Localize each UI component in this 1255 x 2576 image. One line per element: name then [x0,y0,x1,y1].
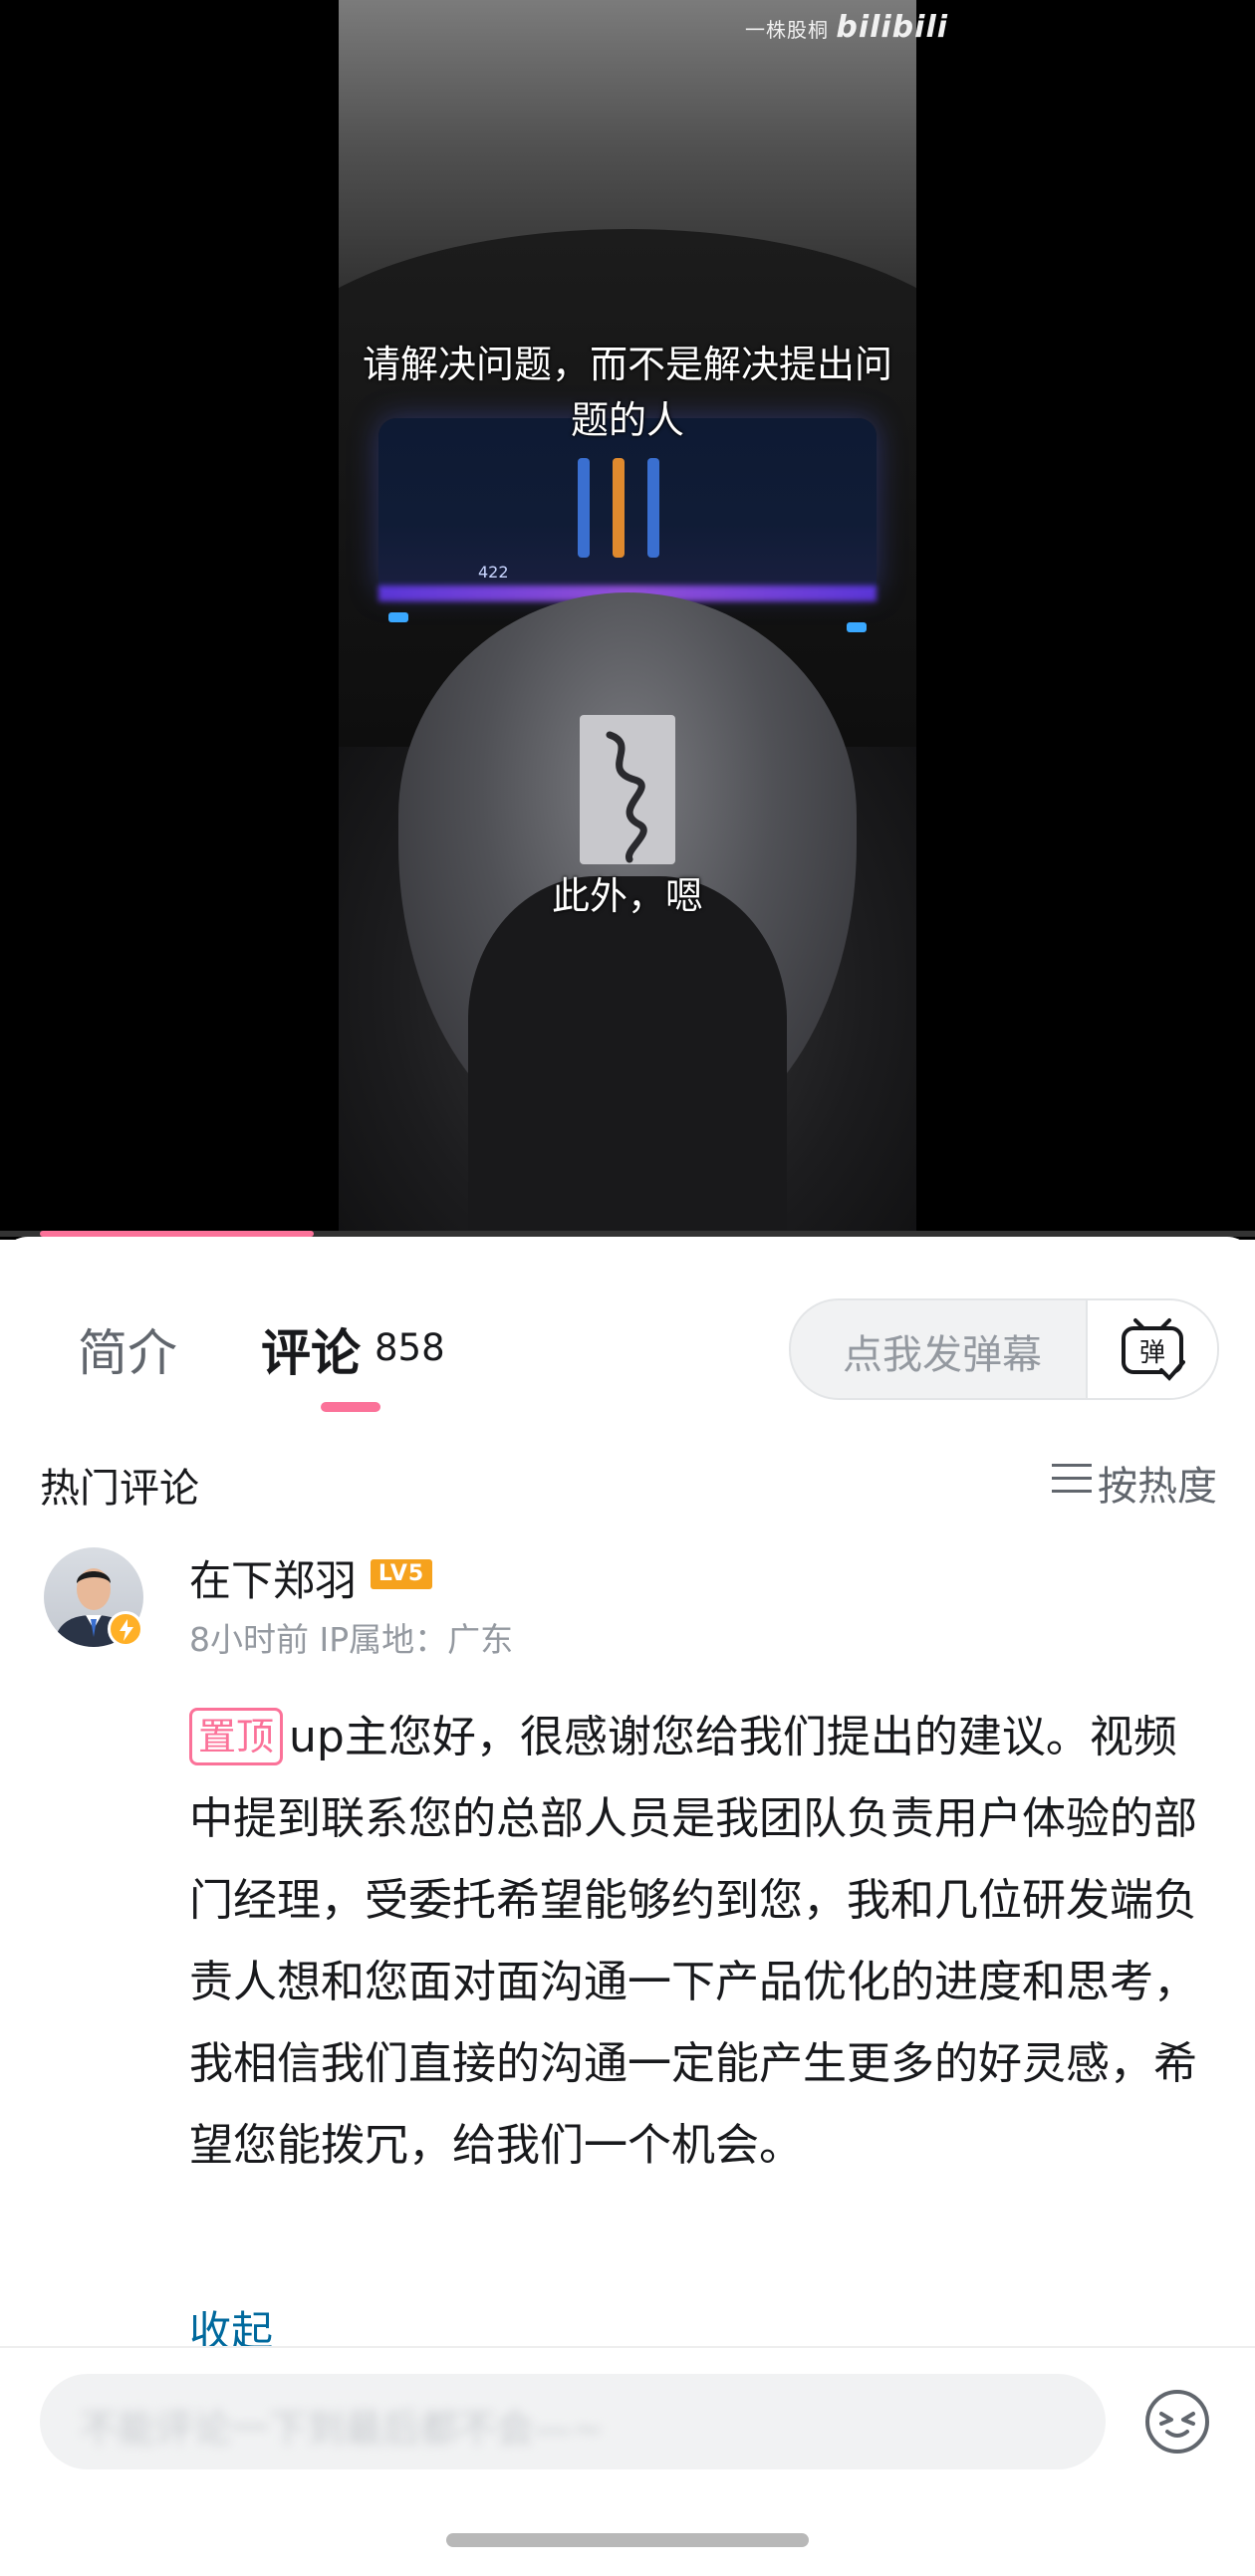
video-frame[interactable]: 422 [339,0,916,1235]
video-wheel-button-glow [847,622,867,632]
menu-lines-icon[interactable] [1052,1464,1092,1494]
reply-bar: 不能评论一下到最后都不会—~ [0,2346,1255,2576]
pinned-tag: 置顶 [189,1708,284,1765]
lightning-badge-icon [108,1611,143,1647]
tab-comments[interactable]: 评论 [261,1313,361,1385]
video-dash-speed: 422 [478,563,509,582]
video-wheel-logo [580,715,675,864]
video-lane-center [613,458,625,558]
video-wheel-center [468,876,787,1235]
video-lane-right [647,458,659,558]
reply-placeholder[interactable]: 不能评论一下到最后都不会—~ [80,2398,604,2453]
emoji-icon[interactable] [1143,2388,1211,2456]
tab-active-indicator [321,1402,380,1412]
danmaku-toggle-icon[interactable]: 弹 [1120,1314,1185,1384]
comment-body[interactable]: 置顶 up主您好，很感谢您给我们提出的建议。视频中提到联系您的总部人员是我团队负责… [189,1697,1215,2187]
watermark-brand: bilibili [836,10,949,45]
hot-comments-title: 热门评论 [40,1466,199,1512]
danmaku-toggle-glyph: 弹 [1139,1338,1165,1368]
video-subtitle-bottom: 此外，嗯 [551,874,703,918]
tab-intro[interactable]: 简介 [78,1313,177,1385]
user-level-badge: LV5 [371,1559,432,1589]
video-lane-left [578,458,590,558]
danmaku-placeholder[interactable]: 点我发弹幕 [843,1322,1042,1380]
danmaku-input[interactable]: 点我发弹幕 弹 [789,1298,1219,1400]
watermark-prefix: 一株股桐 [745,18,829,42]
detail-panel: 简介 评论 858 点我发弹幕 弹 热门评论 按热度 在下郑羽 LV5 8小时前… [0,1237,1255,2576]
comment-username[interactable]: 在下郑羽 [189,1547,357,1608]
reply-input[interactable]: 不能评论一下到最后都不会—~ [40,2374,1106,2469]
home-indicator [446,2533,809,2547]
tab-comments-count[interactable]: 858 [375,1326,445,1369]
video-wheel-button-glow [388,612,408,622]
comment-text: up主您好，很感谢您给我们提出的建议。视频中提到联系您的总部人员是我团队负责用户… [189,1712,1197,2171]
video-watermark: 一株股桐 bilibili [745,10,948,45]
video-subtitle-top: 请解决问题，而不是解决提出问题的人 [362,343,892,442]
video-player[interactable]: 422 一株股桐 bilibili 请解决问题，而不是解决提出问题的人 此外，嗯 [0,0,1255,1240]
danmaku-toggle-button[interactable]: 弹 [1088,1300,1217,1398]
comment-meta: 8小时前 IP属地：广东 [189,1620,514,1659]
sort-label[interactable]: 按热度 [1098,1454,1217,1512]
